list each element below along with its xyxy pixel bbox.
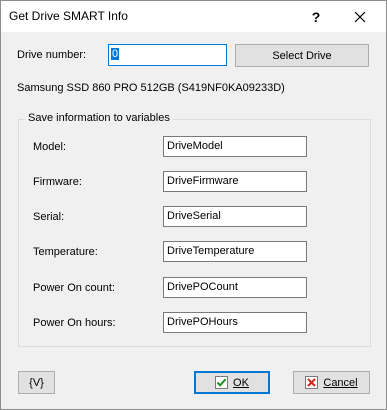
ok-label: OK [233, 376, 249, 389]
power-on-count-value: DrivePOCount [167, 281, 238, 293]
window-title: Get Drive SMART Info [9, 9, 128, 23]
dialog-window: Get Drive SMART Info ? Drive number: 0 S… [0, 0, 387, 410]
firmware-input[interactable]: DriveFirmware [163, 171, 307, 192]
check-icon [215, 376, 229, 389]
title-bar: Get Drive SMART Info ? [1, 1, 386, 32]
temperature-label: Temperature: [33, 246, 98, 258]
firmware-label: Firmware: [33, 176, 82, 188]
drive-number-label: Drive number: [17, 49, 87, 61]
drive-description: Samsung SSD 860 PRO 512GB (S419NF0KA0923… [17, 82, 285, 94]
ok-button[interactable]: OK [194, 371, 270, 394]
close-button[interactable] [342, 1, 378, 32]
model-label: Model: [33, 141, 67, 153]
variables-button[interactable]: {V} [18, 371, 55, 394]
select-drive-button[interactable]: Select Drive [235, 44, 369, 67]
model-value: DriveModel [167, 140, 223, 152]
help-button[interactable]: ? [298, 1, 334, 32]
temperature-input[interactable]: DriveTemperature [163, 241, 307, 262]
drive-number-value: 0 [111, 48, 120, 60]
serial-value: DriveSerial [167, 210, 221, 222]
drive-number-input[interactable]: 0 [108, 44, 227, 66]
serial-label: Serial: [33, 211, 65, 223]
serial-input[interactable]: DriveSerial [163, 206, 307, 227]
close-icon [354, 11, 366, 22]
cancel-button[interactable]: Cancel [293, 371, 370, 394]
power-on-hours-label: Power On hours: [33, 317, 116, 329]
groupbox-title: Save information to variables [25, 112, 173, 124]
x-icon [305, 376, 319, 389]
power-on-hours-value: DrivePOHours [167, 316, 238, 328]
power-on-count-input[interactable]: DrivePOCount [163, 277, 307, 298]
power-on-count-label: Power On count: [33, 282, 115, 294]
select-drive-label: Select Drive [272, 49, 332, 62]
temperature-value: DriveTemperature [167, 245, 255, 257]
firmware-value: DriveFirmware [167, 175, 239, 187]
variables-button-label: {V} [29, 376, 44, 389]
help-icon: ? [311, 8, 321, 25]
model-input[interactable]: DriveModel [163, 136, 307, 157]
cancel-label: Cancel [323, 376, 358, 389]
power-on-hours-input[interactable]: DrivePOHours [163, 312, 307, 333]
